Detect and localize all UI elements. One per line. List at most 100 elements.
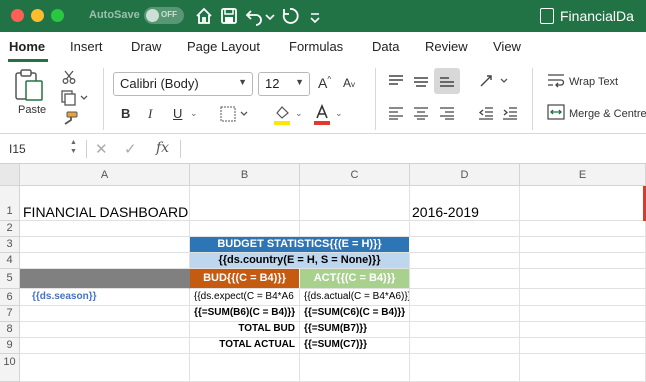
cell-d10[interactable]	[410, 354, 520, 382]
cell-e6[interactable]	[520, 289, 646, 306]
bold-button[interactable]: B	[121, 106, 130, 121]
row-header-7[interactable]: 7	[0, 306, 20, 322]
cell-a7[interactable]	[20, 306, 190, 322]
cell-d9[interactable]	[410, 338, 520, 354]
cell-d5[interactable]	[410, 269, 520, 289]
cell-e5[interactable]	[520, 269, 646, 289]
cell-b1[interactable]	[190, 186, 300, 221]
cell-c9[interactable]: {{=SUM(C7)}}	[300, 338, 410, 354]
column-header-c[interactable]: C	[300, 164, 410, 186]
cell-d6[interactable]	[410, 289, 520, 306]
fill-color-icon[interactable]	[273, 104, 291, 126]
cell-a5[interactable]	[20, 269, 190, 289]
undo-dropdown-icon[interactable]	[264, 6, 276, 26]
cell-b3-merged[interactable]: BUDGET STATISTICS{{(E = H)}}	[190, 237, 410, 253]
row-header-4[interactable]: 4	[0, 253, 20, 269]
orientation-icon[interactable]	[478, 72, 514, 90]
confirm-entry-icon[interactable]: ✓	[124, 140, 137, 158]
cut-icon[interactable]	[62, 70, 76, 84]
merge-centre-button[interactable]: Merge & Centre	[569, 108, 646, 120]
cell-e4[interactable]	[520, 253, 646, 269]
align-bottom-button[interactable]	[434, 68, 460, 94]
font-color-icon[interactable]	[313, 104, 331, 126]
select-all-corner[interactable]	[0, 164, 20, 186]
grow-font-button[interactable]: A^	[318, 75, 331, 91]
name-box-stepper-icon[interactable]: ▲ ▼	[70, 138, 77, 156]
paste-label[interactable]: Paste	[18, 104, 46, 116]
cell-e8[interactable]	[520, 322, 646, 338]
cell-c6[interactable]: {{ds.actual(C = B4*A6)}}	[300, 289, 410, 306]
row-header-5[interactable]: 5	[0, 269, 20, 289]
cell-c2[interactable]	[300, 221, 410, 237]
cell-e7[interactable]	[520, 306, 646, 322]
align-right-icon[interactable]	[439, 106, 455, 120]
cell-a2[interactable]	[20, 221, 190, 237]
tab-formulas[interactable]: Formulas	[289, 39, 343, 54]
cell-b8[interactable]: TOTAL BUD	[190, 322, 300, 338]
cell-c8[interactable]: {{=SUM(B7)}}	[300, 322, 410, 338]
wrap-text-icon[interactable]	[547, 72, 565, 88]
chevron-down-icon[interactable]: ⌄	[335, 108, 343, 119]
row-header-8[interactable]: 8	[0, 322, 20, 338]
tab-draw[interactable]: Draw	[131, 39, 161, 54]
cell-b6[interactable]: {{ds.expect(C = B4*A6	[190, 289, 300, 306]
save-icon[interactable]	[219, 6, 239, 26]
cell-b7[interactable]: {{=SUM(B6)(C = B4)}}	[190, 306, 300, 322]
row-header-1[interactable]: 1	[0, 186, 20, 221]
font-name-select[interactable]: Calibri (Body) ▼	[113, 72, 253, 96]
cell-d1[interactable]: 2016-2019	[410, 186, 520, 221]
align-left-icon[interactable]	[388, 106, 404, 120]
align-middle-icon[interactable]	[413, 74, 429, 88]
cell-a8[interactable]	[20, 322, 190, 338]
insert-function-button[interactable]: fx	[156, 140, 169, 156]
font-size-select[interactable]: 12 ▼	[258, 72, 310, 96]
column-header-e[interactable]: E	[520, 164, 646, 186]
cell-e9[interactable]	[520, 338, 646, 354]
format-painter-icon[interactable]	[61, 111, 79, 127]
align-center-icon[interactable]	[413, 106, 429, 120]
cancel-entry-icon[interactable]: ✕	[95, 140, 108, 158]
redo-icon[interactable]	[280, 6, 300, 26]
tab-data[interactable]: Data	[372, 39, 399, 54]
cell-c5[interactable]: ACT{{(C = B4)}}	[300, 269, 410, 289]
column-header-b[interactable]: B	[190, 164, 300, 186]
cell-a10[interactable]	[20, 354, 190, 382]
underline-button[interactable]: U	[173, 106, 182, 121]
cell-e1[interactable]	[520, 186, 646, 221]
minimize-window-button[interactable]	[31, 9, 44, 22]
italic-button[interactable]: I	[148, 106, 152, 122]
borders-icon[interactable]	[220, 106, 250, 122]
cell-d8[interactable]	[410, 322, 520, 338]
shrink-font-button[interactable]: Av	[343, 76, 355, 90]
column-header-d[interactable]: D	[410, 164, 520, 186]
column-header-a[interactable]: A	[20, 164, 190, 186]
undo-icon[interactable]	[244, 6, 264, 26]
cell-c7[interactable]: {{=SUM(C6)(C = B4)}}	[300, 306, 410, 322]
cell-b9[interactable]: TOTAL ACTUAL	[190, 338, 300, 354]
cell-d4[interactable]	[410, 253, 520, 269]
tab-home[interactable]: Home	[9, 39, 45, 54]
cell-b2[interactable]	[190, 221, 300, 237]
cell-b10[interactable]	[190, 354, 300, 382]
row-header-9[interactable]: 9	[0, 338, 20, 354]
zoom-window-button[interactable]	[51, 9, 64, 22]
cell-a3[interactable]	[20, 237, 190, 253]
row-header-10[interactable]: 10	[0, 354, 20, 382]
row-header-3[interactable]: 3	[0, 237, 20, 253]
chevron-down-icon[interactable]: ⌄	[295, 108, 303, 119]
cell-c1[interactable]	[300, 186, 410, 221]
tab-page-layout[interactable]: Page Layout	[187, 39, 260, 54]
cell-e10[interactable]	[520, 354, 646, 382]
customize-toolbar-icon[interactable]	[308, 6, 322, 26]
chevron-down-icon[interactable]: ⌄	[190, 108, 198, 119]
paste-icon[interactable]	[12, 68, 46, 102]
cell-d7[interactable]	[410, 306, 520, 322]
increase-indent-icon[interactable]	[502, 106, 518, 120]
cell-b4-merged[interactable]: {{ds.country(E = H, S = None)}}	[190, 253, 410, 269]
cell-a6[interactable]: {{ds.season}}	[20, 289, 190, 306]
tab-view[interactable]: View	[493, 39, 521, 54]
align-top-icon[interactable]	[388, 74, 404, 88]
cell-a1[interactable]: FINANCIAL DASHBOARD	[20, 186, 190, 221]
cell-e3[interactable]	[520, 237, 646, 253]
cell-d2[interactable]	[410, 221, 520, 237]
